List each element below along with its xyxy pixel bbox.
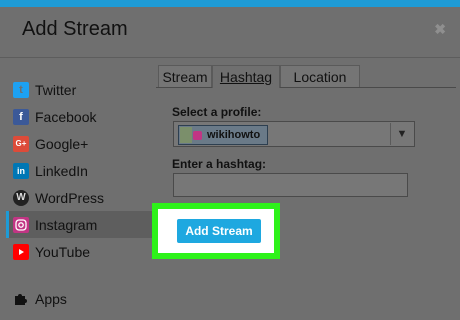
- instagram-icon: [193, 130, 202, 140]
- linkedin-icon: in: [13, 162, 29, 179]
- stream-form-panel: Stream Hashtag Location Select a profile…: [156, 58, 460, 320]
- sidebar-item-twitter[interactable]: t Twitter: [6, 76, 156, 103]
- sidebar-item-instagram[interactable]: Instagram: [6, 211, 156, 238]
- avatar: [180, 127, 192, 143]
- apps-puzzle-icon: [13, 291, 29, 307]
- add-stream-button[interactable]: Add Stream: [177, 219, 261, 243]
- submit-highlight-box: Add Stream: [152, 203, 280, 259]
- sidebar-item-label: LinkedIn: [35, 162, 88, 179]
- hashtag-input[interactable]: [173, 173, 408, 197]
- sidebar-item-label: Facebook: [35, 108, 97, 125]
- close-icon[interactable]: ✖: [434, 21, 446, 38]
- facebook-icon: f: [13, 108, 29, 125]
- hashtag-label: Enter a hashtag:: [172, 157, 267, 171]
- sidebar-item-google-plus[interactable]: G+ Google+: [6, 130, 156, 157]
- network-sidebar: t Twitter f Facebook G+ Google+ in Linke…: [0, 58, 156, 320]
- top-accent-bar: [0, 0, 460, 7]
- sidebar-item-facebook[interactable]: f Facebook: [6, 103, 156, 130]
- wordpress-icon: W: [13, 189, 29, 206]
- sidebar-item-label: Instagram: [35, 216, 98, 233]
- sidebar-item-label: Twitter: [35, 81, 77, 98]
- stream-type-tabs: Stream Hashtag Location: [156, 65, 456, 88]
- twitter-icon: t: [13, 81, 29, 98]
- tab-hashtag[interactable]: Hashtag: [212, 65, 280, 88]
- sidebar-item-wordpress[interactable]: W WordPress: [6, 184, 156, 211]
- sidebar-item-apps[interactable]: Apps: [6, 285, 156, 312]
- dialog-header: Add Stream ✖: [0, 7, 460, 58]
- add-stream-dialog: Add Stream ✖ t Twitter f Facebook G+ Goo…: [0, 7, 460, 320]
- sidebar-item-label: WordPress: [35, 189, 104, 206]
- sidebar-item-label: Google+: [35, 135, 89, 152]
- youtube-icon: [13, 243, 29, 260]
- instagram-icon: [13, 216, 29, 233]
- sidebar-item-label: Apps: [35, 290, 67, 307]
- selected-profile-chip: wikihowto: [178, 125, 268, 145]
- dialog-title: Add Stream: [22, 18, 128, 40]
- tab-location[interactable]: Location: [280, 65, 360, 87]
- tab-stream[interactable]: Stream: [158, 65, 212, 87]
- sidebar-item-linkedin[interactable]: in LinkedIn: [6, 157, 156, 184]
- google-plus-icon: G+: [13, 135, 29, 152]
- chevron-down-icon[interactable]: ▼: [390, 123, 413, 145]
- sidebar-item-label: YouTube: [35, 243, 91, 260]
- profile-label: Select a profile:: [172, 105, 262, 119]
- sidebar-item-youtube[interactable]: YouTube: [6, 238, 156, 265]
- profile-select[interactable]: wikihowto ▼: [173, 121, 415, 147]
- selected-profile-name: wikihowto: [207, 129, 261, 141]
